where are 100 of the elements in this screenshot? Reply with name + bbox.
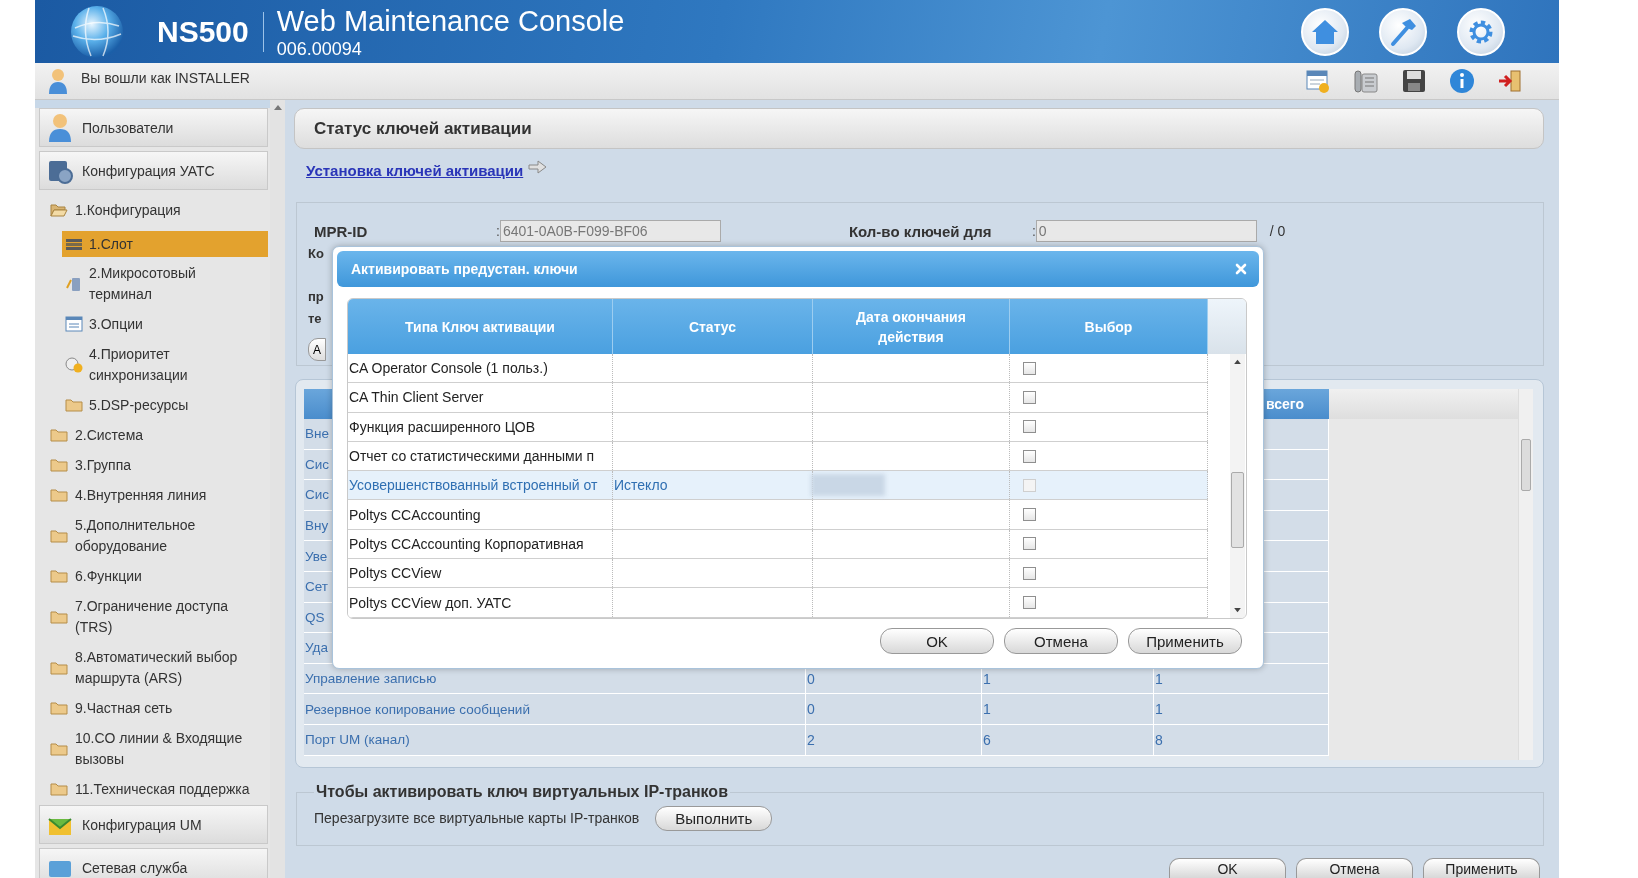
clock-warning-icon [65,356,83,373]
checkbox[interactable] [1023,566,1036,580]
key-type-cell: Poltys CCView [348,565,442,582]
scrollbar[interactable] [1518,389,1533,760]
checkbox[interactable] [1023,449,1036,463]
logout-icon[interactable] [1497,68,1523,94]
input-field[interactable]: 0 [1035,220,1257,242]
checkbox[interactable] [1023,596,1036,609]
dialog-button[interactable]: OK [880,628,994,654]
field-total: / 0 [1269,223,1286,239]
field-label: Ко [308,245,324,263]
user-icon [47,112,73,143]
scroll-down-icon[interactable] [1234,608,1241,613]
tree-item[interactable]: 3.Опции [62,309,268,339]
key-type-cell: Отчет со статистическими данными п [348,448,594,465]
status-cell: Истекло [613,477,668,494]
info-icon[interactable] [1449,68,1475,94]
page-title: Статус ключей активации [314,118,532,139]
table-row[interactable]: CA Operator Console (1 польз.) [348,354,1208,384]
checkbox[interactable] [1023,390,1036,404]
field-label: MPR-ID [314,222,369,240]
arrow-right-icon [528,160,549,174]
footer-button[interactable]: OK [1169,858,1286,878]
tree-item[interactable]: 3.Группа [35,450,270,480]
column-header: Статус [613,299,813,354]
column-header: Типа Ключ активации [348,299,613,354]
column-header: Выбор [1010,299,1208,354]
tree-item[interactable]: 2.Система [35,420,270,450]
tree-item[interactable]: 8.Автоматический выбор маршрута (ARS) [35,642,270,693]
field-label: пр [308,288,324,306]
key-type-cell: Poltys CCView доп. УАТС [348,594,512,611]
tree-item[interactable]: 1.Слот [62,231,268,257]
table-header-filler [1208,299,1246,354]
footer-button[interactable]: Отмена [1296,858,1413,878]
table-cell: 6 [982,724,1154,755]
sidebar-section[interactable]: Конфигурация УАТС [39,151,268,190]
tree-item[interactable]: 5.DSP-ресурсы [62,390,268,420]
tree-item[interactable]: 7.Ограничение доступа (TRS) [35,591,270,642]
input-field[interactable]: 6401-0A0B-F099-BF06 [499,220,721,242]
tools-button[interactable] [1379,7,1427,56]
field-label: те [308,310,322,328]
close-icon[interactable] [1235,263,1247,275]
table-cell: 2 [806,724,982,755]
scrollbar[interactable] [1230,354,1245,618]
slot-rack-icon [65,236,83,252]
phone-icon[interactable] [1353,68,1379,94]
table-row[interactable]: CA Thin Client Server [348,383,1208,413]
checkbox[interactable] [1023,361,1036,375]
column-header: всего [1266,396,1305,412]
footer-button[interactable]: Применить [1423,858,1540,878]
calendar-icon[interactable] [1305,68,1331,94]
table-row[interactable]: Отчет со статистическими данными п [348,441,1208,472]
tree-item[interactable]: 2.Микросотовый терминал [62,258,268,309]
checkbox[interactable] [1023,508,1036,522]
table-row[interactable]: Poltys CCAccounting [348,500,1208,530]
table-cell: 1 [982,694,1154,724]
sidebar-section[interactable]: Сетевая служба [39,848,268,878]
key-type-cell: Poltys CCAccounting Корпоративная [348,535,584,552]
dialog-button[interactable]: Применить [1128,628,1242,654]
save-icon[interactable] [1401,68,1427,94]
product-name: NS500 [157,14,249,49]
tree-item[interactable]: 9.Частная сеть [35,693,270,723]
tree-item[interactable]: 1.Конфигурация [35,195,270,225]
settings-button[interactable] [1457,7,1505,56]
key-type-cell: Усовершенствованный встроенный от [348,477,598,494]
field-separator: : [1031,223,1036,239]
dialog-button[interactable]: Отмена [1004,628,1118,654]
checkbox[interactable] [1023,420,1036,434]
field-separator: : [496,223,500,239]
execute-button[interactable]: Выполнить [655,805,773,831]
sidebar-section[interactable]: Конфигурация UM [39,805,268,844]
field-label: Кол-во ключей для [848,222,993,240]
tree-item[interactable]: 5.Дополнительное оборудование [35,510,270,561]
table-cell: 0 [806,694,982,724]
scroll-up-icon[interactable] [1234,359,1241,364]
tree-item[interactable]: 4.Приоритет синхронизации [62,339,268,390]
install-keys-link[interactable]: Установка ключей активации [306,161,524,179]
tree-item[interactable]: 10.CO линии & Входящие вызовы [35,723,270,774]
action-button[interactable]: А [308,338,326,361]
tree-item[interactable]: 4.Внутренняя линия [35,480,270,510]
instruction-text: Перезагрузите все виртуальные карты IP-транков [314,810,640,826]
section-title: Чтобы активировать ключ виртуальных IP-транков [315,783,729,801]
column-header: Дата окончания действия [813,299,1010,354]
dialog-title: Активировать предустан. ключи [351,261,578,277]
home-button[interactable] [1301,7,1349,56]
table-cell[interactable]: Порт UM (канал) [304,724,806,755]
sidebar-section[interactable]: Пользователи [39,108,268,147]
table-cell[interactable]: Резервное копирование сообщений [304,694,806,724]
tree-item[interactable]: 11.Техническая поддержка [35,774,270,804]
table-row[interactable]: Poltys CCView [348,559,1208,589]
table-row[interactable]: Функция расширенного ЦОВ [348,412,1208,442]
globe-logo-icon [69,3,125,60]
checkbox[interactable] [1023,537,1036,551]
app-title: Web Maintenance Console [276,7,625,36]
table-row[interactable]: Poltys CCView доп. УАТС [348,588,1208,618]
hammer-icon [1388,16,1418,47]
table-row[interactable]: Poltys CCAccounting Корпоративная [348,529,1208,560]
tree-item[interactable]: 6.Функции [35,561,270,591]
user-icon [48,67,68,95]
version-number: 006.00094 [276,40,363,58]
